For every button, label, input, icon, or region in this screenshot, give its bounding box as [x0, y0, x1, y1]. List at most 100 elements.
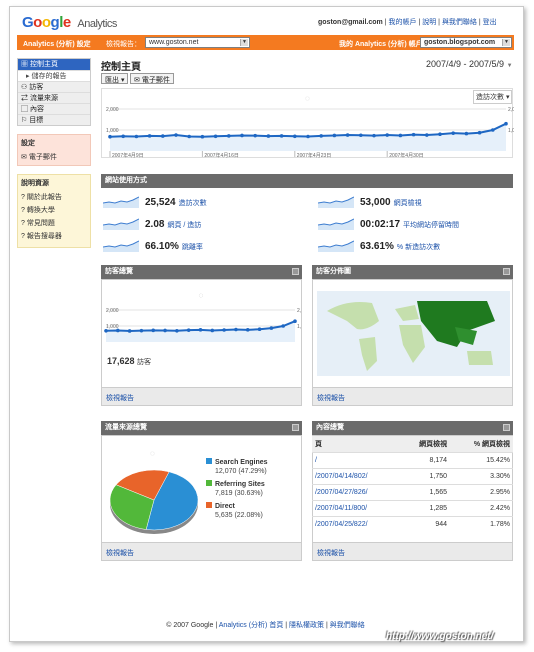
data-point[interactable]	[281, 324, 285, 328]
page-path-link[interactable]: /2007/04/14/802/	[312, 468, 400, 485]
close-icon[interactable]	[503, 424, 510, 431]
data-point[interactable]	[266, 134, 271, 138]
data-point[interactable]	[175, 329, 179, 333]
map-view-report-link[interactable]: 檢視報告	[317, 395, 345, 402]
data-point[interactable]	[210, 328, 215, 333]
close-icon[interactable]	[292, 268, 299, 275]
main-visits-chart[interactable]: 2,000 1,000 2,000 1,000 2007年4月9日 2007年4月16日 2…	[102, 89, 521, 159]
footer-privacy-link[interactable]: 隱私權政策	[289, 622, 324, 629]
data-point[interactable]	[127, 329, 132, 333]
data-point[interactable]	[504, 121, 508, 126]
export-button[interactable]: 匯出 ▾	[101, 73, 129, 84]
column-header-pageviews: 網頁檢視	[399, 436, 451, 453]
close-icon[interactable]	[503, 268, 510, 275]
data-point[interactable]	[163, 328, 167, 333]
data-point[interactable]	[269, 326, 274, 330]
email-button[interactable]: ✉ 電子郵件	[130, 73, 174, 84]
data-point[interactable]	[186, 328, 191, 332]
data-point[interactable]	[222, 328, 226, 332]
help-item-report-finder[interactable]: ? 報告搜尋器	[21, 231, 87, 241]
data-point[interactable]	[359, 133, 363, 138]
page-path-link[interactable]: /2007/04/11/800/	[312, 500, 400, 517]
data-point[interactable]	[213, 134, 218, 139]
data-point[interactable]	[240, 133, 244, 138]
data-point[interactable]	[345, 133, 350, 137]
metric-dropdown[interactable]: 造訪次數 ▾	[473, 90, 513, 104]
page-path-link[interactable]: /2007/04/27/826/	[312, 484, 400, 501]
metric-label-link[interactable]: 造訪次數	[179, 200, 207, 207]
data-point[interactable]	[451, 131, 456, 135]
content-view-report-link[interactable]: 檢視報告	[317, 550, 345, 557]
data-point[interactable]	[134, 134, 139, 139]
help-item-conversion-university[interactable]: ? 轉換大學	[21, 205, 87, 215]
world-map[interactable]	[317, 291, 510, 376]
data-point[interactable]	[293, 319, 297, 323]
data-point[interactable]	[121, 134, 125, 139]
sidebar-item-visitors[interactable]: ⚇ 訪客	[18, 81, 90, 92]
close-icon[interactable]	[292, 424, 299, 431]
data-point[interactable]	[257, 327, 262, 331]
email-settings-link[interactable]: ✉ 電子郵件	[21, 152, 87, 162]
data-point[interactable]	[234, 327, 238, 332]
help-link[interactable]: 說明	[422, 19, 436, 26]
data-point[interactable]	[200, 134, 205, 139]
data-point[interactable]	[253, 133, 257, 138]
data-point[interactable]	[139, 328, 144, 333]
data-point[interactable]	[161, 134, 165, 138]
help-item-about-report[interactable]: ? 關於此報告	[21, 192, 87, 202]
data-point[interactable]	[147, 134, 152, 138]
google-analytics-logo[interactable]: Google Analytics	[22, 14, 117, 31]
footer-contact-link[interactable]: 與我們聯絡	[330, 622, 365, 629]
sidebar-item-content[interactable]: ▢ 內容	[18, 103, 90, 114]
data-point[interactable]	[319, 134, 323, 138]
data-point[interactable]	[332, 133, 337, 138]
sidebar-item-saved-reports[interactable]: ▸ 儲存的報告	[18, 70, 90, 81]
metric-item: 63.61%% 新造訪次數	[360, 241, 440, 259]
logout-link[interactable]: 登出	[483, 19, 497, 26]
data-point[interactable]	[398, 133, 403, 138]
metric-label-link[interactable]: % 新造訪次數	[397, 244, 440, 251]
data-point[interactable]	[151, 328, 156, 333]
data-point[interactable]	[425, 133, 429, 137]
data-point[interactable]	[279, 134, 284, 138]
metric-label-link[interactable]: 跳離率	[182, 244, 203, 251]
data-point[interactable]	[372, 133, 376, 138]
email-label: 電子郵件	[141, 77, 170, 84]
data-point[interactable]	[411, 132, 416, 137]
account-select[interactable]: goston.blogspot.com ▼	[420, 37, 512, 48]
date-range-value: 2007/4/9 - 2007/5/9	[426, 59, 505, 69]
data-point[interactable]	[245, 328, 250, 332]
footer-analytics-home-link[interactable]: Analytics (分析) 首頁	[219, 622, 284, 629]
data-point[interactable]	[198, 328, 203, 332]
date-range-picker[interactable]: 2007/4/9 - 2007/5/9 ▼	[426, 59, 513, 69]
sidebar-item-goals[interactable]: ⚐ 目標	[18, 114, 90, 125]
site-select[interactable]: www.goston.net ▼	[145, 37, 250, 48]
metric-label-link[interactable]: 平均網站停留時間	[403, 222, 459, 229]
page-path-link[interactable]: /	[312, 452, 400, 469]
page-path-link[interactable]: /2007/04/25/822/	[312, 516, 400, 532]
data-point[interactable]	[108, 134, 112, 139]
visitors-chart[interactable]: 2,000 1,000 2,000 1,000 ◌	[102, 286, 301, 346]
metric-label-link[interactable]: 網頁 / 造訪	[167, 222, 201, 229]
metric-label-link[interactable]: 網頁檢視	[394, 200, 422, 207]
data-point[interactable]	[187, 134, 191, 139]
data-point[interactable]	[477, 130, 482, 135]
settings-link[interactable]: Analytics (分析) 設定	[23, 39, 91, 49]
traffic-sources-header: 流量來源總覽	[101, 421, 302, 435]
help-item-faq[interactable]: ? 常見問題	[21, 218, 87, 228]
data-point[interactable]	[385, 133, 390, 137]
traffic-pie-chart[interactable]: ◌	[106, 444, 206, 544]
my-account-link[interactable]: 我的帳戶	[389, 19, 417, 26]
data-point[interactable]	[464, 131, 469, 136]
data-point[interactable]	[438, 132, 442, 136]
traffic-view-report-link[interactable]: 檢視報告	[106, 550, 134, 557]
data-point[interactable]	[174, 133, 178, 137]
contact-link[interactable]: 與我們聯絡	[442, 19, 477, 26]
data-point[interactable]	[227, 134, 231, 138]
sidebar-item-traffic-sources[interactable]: ⇄ 流量來源	[18, 92, 90, 103]
visitors-view-report-link[interactable]: 檢視報告	[106, 395, 134, 402]
sidebar-item-dashboard[interactable]: ▦ 控制主頁	[18, 59, 90, 70]
data-point[interactable]	[491, 128, 495, 132]
data-point[interactable]	[293, 134, 297, 139]
data-point[interactable]	[306, 134, 310, 139]
